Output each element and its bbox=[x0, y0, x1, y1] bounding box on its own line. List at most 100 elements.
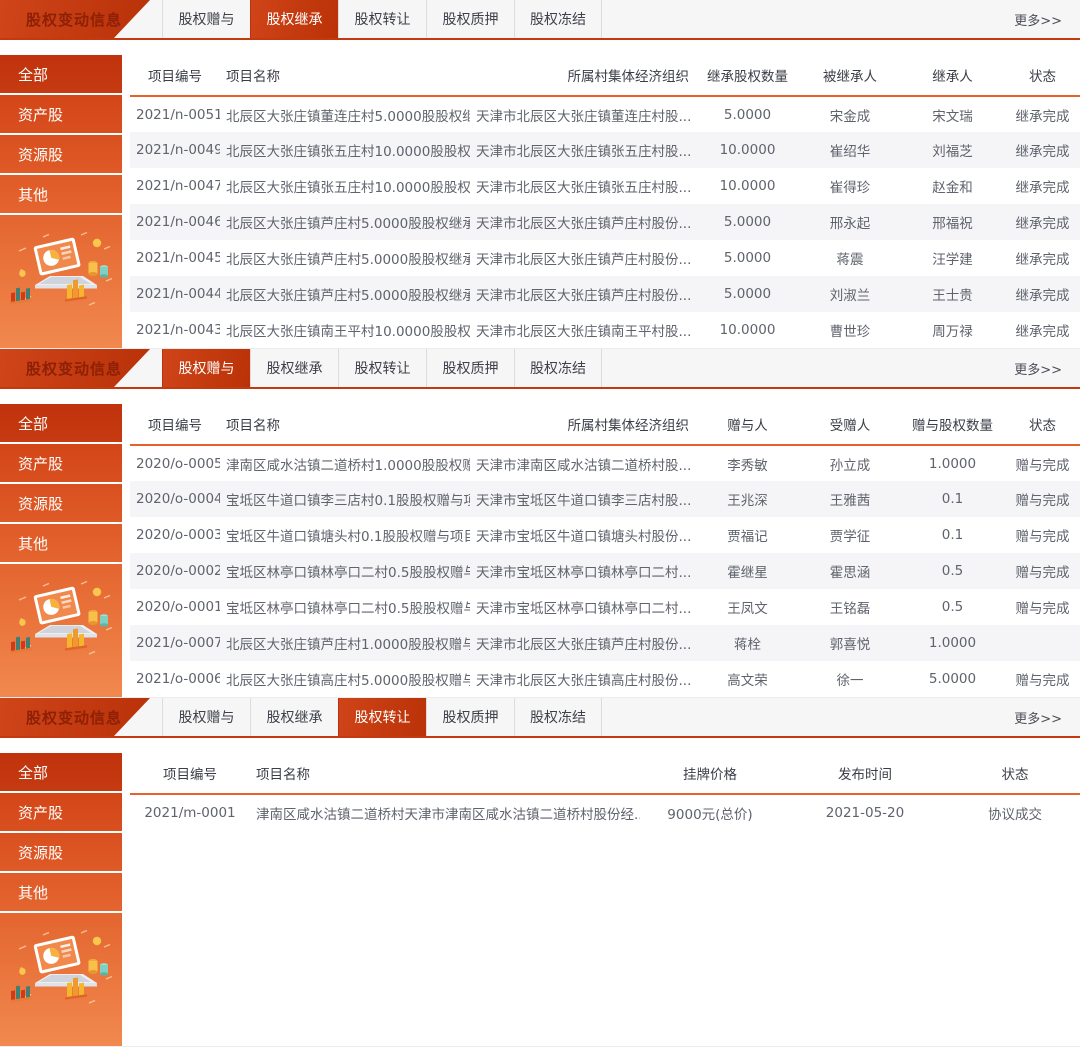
table-row[interactable]: 2021/n-0047北辰区大张庄镇张五庄村10.0000股股权继...天津市北… bbox=[130, 168, 1080, 204]
table-cell: 王铭磊 bbox=[800, 589, 900, 625]
gift-records-table: 项目编号项目名称所属村集体经济组织赠与人受赠人赠与股权数量状态 2020/o-0… bbox=[130, 404, 1080, 697]
table-row[interactable]: 2021/n-0051北辰区大张庄镇董连庄村5.0000股股权继...天津市北辰… bbox=[130, 96, 1080, 132]
tab-equity-transfer[interactable]: 股权转让 bbox=[338, 0, 426, 38]
table-cell: 北辰区大张庄镇高庄村5.0000股股权赠与... bbox=[220, 661, 470, 697]
table-cell: 2020/o-0003 bbox=[130, 517, 220, 553]
column-header: 项目编号 bbox=[130, 404, 220, 445]
panel-content: 全部资产股资源股其他 bbox=[0, 389, 1080, 698]
sidebar-item-other[interactable]: 其他 bbox=[0, 524, 122, 564]
tab-equity-inherit[interactable]: 股权继承 bbox=[250, 349, 338, 387]
table-cell: 2021/o-0006 bbox=[130, 661, 220, 697]
analytics-laptop-illustration bbox=[9, 578, 113, 666]
tab-bar: 股权赠与股权继承股权转让股权质押股权冻结 bbox=[162, 349, 602, 387]
table-cell: 2021/n-0049 bbox=[130, 132, 220, 168]
sidebar-item-other[interactable]: 其他 bbox=[0, 175, 122, 215]
table-cell: 赠与完成 bbox=[1005, 661, 1080, 697]
section-title-ribbon: 股权变动信息 bbox=[0, 0, 150, 38]
category-sidebar: 全部资产股资源股其他 bbox=[0, 404, 122, 698]
table-cell: 曹世珍 bbox=[800, 312, 900, 348]
table-cell: 5.0000 bbox=[695, 240, 800, 276]
table-row[interactable]: 2020/o-0005津南区咸水沽镇二道桥村1.0000股股权赠...天津市津南… bbox=[130, 445, 1080, 481]
section-title: 股权变动信息 bbox=[26, 9, 122, 30]
table-cell: 2020/o-0004 bbox=[130, 481, 220, 517]
tab-equity-gift[interactable]: 股权赠与 bbox=[162, 0, 250, 38]
table-cell: 天津市宝坻区林亭口镇林亭口二村... bbox=[470, 589, 695, 625]
table-cell: 王凤文 bbox=[695, 589, 800, 625]
table-cell: 蒋震 bbox=[800, 240, 900, 276]
more-link[interactable]: 更多>> bbox=[1014, 10, 1080, 29]
records-table-wrap: 项目编号项目名称所属村集体经济组织赠与人受赠人赠与股权数量状态 2020/o-0… bbox=[130, 404, 1080, 698]
table-cell: 2021/m-0001 bbox=[130, 794, 250, 830]
table-row[interactable]: 2021/o-0006北辰区大张庄镇高庄村5.0000股股权赠与...天津市北辰… bbox=[130, 661, 1080, 697]
records-table-wrap: 项目编号项目名称挂牌价格发布时间状态 2021/m-0001津南区咸水沽镇二道桥… bbox=[130, 753, 1080, 1047]
table-row[interactable]: 2020/o-0004宝坻区牛道口镇李三店村0.1股股权赠与项目天津市宝坻区牛道… bbox=[130, 481, 1080, 517]
tab-equity-freeze[interactable]: 股权冻结 bbox=[514, 349, 602, 387]
table-cell: 津南区咸水沽镇二道桥村天津市津南区咸水沽镇二道桥村股份经... bbox=[250, 794, 640, 830]
table-cell: 赠与完成 bbox=[1005, 589, 1080, 625]
tab-equity-transfer[interactable]: 股权转让 bbox=[338, 349, 426, 387]
table-row[interactable]: 2021/n-0043北辰区大张庄镇南王平村10.0000股股权继...天津市北… bbox=[130, 312, 1080, 348]
sidebar-item-resource-shares[interactable]: 资源股 bbox=[0, 135, 122, 175]
table-row[interactable]: 2021/m-0001津南区咸水沽镇二道桥村天津市津南区咸水沽镇二道桥村股份经.… bbox=[130, 794, 1080, 830]
table-cell: 继承完成 bbox=[1005, 132, 1080, 168]
table-cell: 0.5 bbox=[900, 553, 1005, 589]
tab-equity-inherit[interactable]: 股权继承 bbox=[250, 0, 338, 38]
column-header: 赠与股权数量 bbox=[900, 404, 1005, 445]
tab-equity-gift[interactable]: 股权赠与 bbox=[162, 349, 250, 387]
table-cell: 2021/n-0051 bbox=[130, 96, 220, 132]
table-row[interactable]: 2021/o-0007北辰区大张庄镇芦庄村1.0000股股权赠与...天津市北辰… bbox=[130, 625, 1080, 661]
category-sidebar: 全部资产股资源股其他 bbox=[0, 55, 122, 349]
analytics-laptop-illustration bbox=[9, 927, 113, 1015]
sidebar-item-other[interactable]: 其他 bbox=[0, 873, 122, 913]
table-cell: 宝坻区牛道口镇李三店村0.1股股权赠与项目 bbox=[220, 481, 470, 517]
equity-change-panel-inherit: 股权变动信息 股权赠与股权继承股权转让股权质押股权冻结 更多>> 全部资产股资源… bbox=[0, 0, 1080, 349]
section-title: 股权变动信息 bbox=[26, 707, 122, 728]
sidebar-item-all[interactable]: 全部 bbox=[0, 404, 122, 444]
table-row[interactable]: 2021/n-0045北辰区大张庄镇芦庄村5.0000股股权继承...天津市北辰… bbox=[130, 240, 1080, 276]
table-row[interactable]: 2020/o-0002宝坻区林亭口镇林亭口二村0.5股股权赠与...天津市宝坻区… bbox=[130, 553, 1080, 589]
table-cell: 天津市北辰区大张庄镇芦庄村股份... bbox=[470, 204, 695, 240]
sidebar-item-resource-shares[interactable]: 资源股 bbox=[0, 484, 122, 524]
table-cell: 宝坻区林亭口镇林亭口二村0.5股股权赠与... bbox=[220, 589, 470, 625]
table-cell: 10.0000 bbox=[695, 132, 800, 168]
tab-equity-freeze[interactable]: 股权冻结 bbox=[514, 698, 602, 736]
records-table-wrap: 项目编号项目名称所属村集体经济组织继承股权数量被继承人继承人状态 2021/n-… bbox=[130, 55, 1080, 349]
tab-equity-pledge[interactable]: 股权质押 bbox=[426, 349, 514, 387]
table-cell: 天津市北辰区大张庄镇芦庄村股份... bbox=[470, 625, 695, 661]
tab-equity-pledge[interactable]: 股权质押 bbox=[426, 698, 514, 736]
table-cell: 2021/n-0044 bbox=[130, 276, 220, 312]
table-row[interactable]: 2020/o-0001宝坻区林亭口镇林亭口二村0.5股股权赠与...天津市宝坻区… bbox=[130, 589, 1080, 625]
table-cell: 2021/n-0045 bbox=[130, 240, 220, 276]
category-sidebar: 全部资产股资源股其他 bbox=[0, 753, 122, 1047]
panel-content: 全部资产股资源股其他 bbox=[0, 40, 1080, 349]
table-cell: 天津市北辰区大张庄镇高庄村股份... bbox=[470, 661, 695, 697]
column-header: 状态 bbox=[1005, 404, 1080, 445]
table-cell: 邢福祝 bbox=[900, 204, 1005, 240]
table-row[interactable]: 2021/n-0049北辰区大张庄镇张五庄村10.0000股股权继...天津市北… bbox=[130, 132, 1080, 168]
column-header: 项目编号 bbox=[130, 55, 220, 96]
table-cell: 天津市北辰区大张庄镇董连庄村股... bbox=[470, 96, 695, 132]
table-cell: 邢永起 bbox=[800, 204, 900, 240]
sidebar-item-asset-shares[interactable]: 资产股 bbox=[0, 95, 122, 135]
table-row[interactable]: 2021/n-0046北辰区大张庄镇芦庄村5.0000股股权继承...天津市北辰… bbox=[130, 204, 1080, 240]
more-link[interactable]: 更多>> bbox=[1014, 708, 1080, 727]
sidebar-item-resource-shares[interactable]: 资源股 bbox=[0, 833, 122, 873]
sidebar-item-asset-shares[interactable]: 资产股 bbox=[0, 793, 122, 833]
tab-equity-pledge[interactable]: 股权质押 bbox=[426, 0, 514, 38]
column-header: 挂牌价格 bbox=[640, 753, 780, 794]
panel-header: 股权变动信息 股权赠与股权继承股权转让股权质押股权冻结 更多>> bbox=[0, 698, 1080, 738]
tab-equity-transfer[interactable]: 股权转让 bbox=[338, 698, 426, 736]
tab-equity-freeze[interactable]: 股权冻结 bbox=[514, 0, 602, 38]
tab-equity-inherit[interactable]: 股权继承 bbox=[250, 698, 338, 736]
column-header: 发布时间 bbox=[780, 753, 950, 794]
sidebar-item-asset-shares[interactable]: 资产股 bbox=[0, 444, 122, 484]
sidebar-item-all[interactable]: 全部 bbox=[0, 753, 122, 793]
tab-equity-gift[interactable]: 股权赠与 bbox=[162, 698, 250, 736]
table-cell: 2020/o-0001 bbox=[130, 589, 220, 625]
sidebar-item-all[interactable]: 全部 bbox=[0, 55, 122, 95]
table-row[interactable]: 2020/o-0003宝坻区牛道口镇塘头村0.1股股权赠与项目天津市宝坻区牛道口… bbox=[130, 517, 1080, 553]
more-link[interactable]: 更多>> bbox=[1014, 359, 1080, 378]
table-cell: 赠与完成 bbox=[1005, 517, 1080, 553]
table-row[interactable]: 2021/n-0044北辰区大张庄镇芦庄村5.0000股股权继承...天津市北辰… bbox=[130, 276, 1080, 312]
table-cell: 霍继星 bbox=[695, 553, 800, 589]
